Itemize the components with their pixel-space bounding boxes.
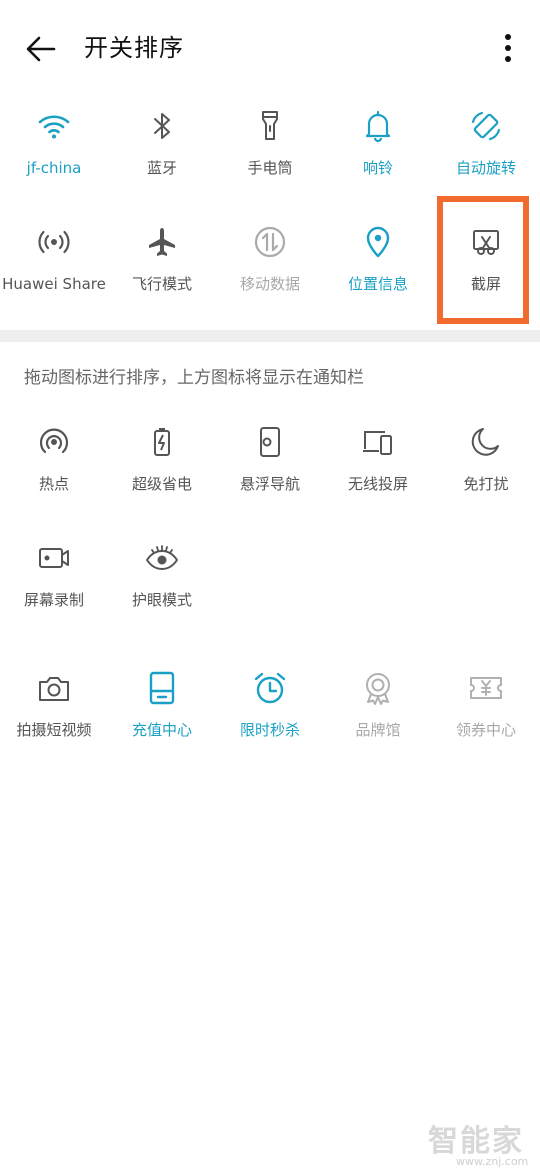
toggle-ringer[interactable]: 响铃: [324, 104, 432, 214]
flashlight-icon: [252, 108, 288, 144]
toggle-label: jf-china: [26, 159, 82, 177]
toggle-huawei-share[interactable]: Huawei Share: [0, 220, 108, 330]
toggle-screen-record[interactable]: 屏幕录制: [0, 536, 108, 646]
screenshot-highlight-frame: [437, 196, 529, 324]
toggle-label: 飞行模式: [131, 275, 192, 293]
sort-hint-text: 拖动图标进行排序，上方图标将显示在通知栏: [24, 368, 364, 388]
alarm-clock-icon: [252, 670, 288, 706]
camera-icon: [36, 670, 72, 706]
back-button[interactable]: [22, 30, 60, 68]
shortcut-coupon-center[interactable]: 领券中心: [432, 666, 540, 776]
toggle-flashlight[interactable]: 手电筒: [216, 104, 324, 214]
airplane-icon: [144, 224, 180, 260]
mobile-data-icon: [252, 224, 288, 260]
toggle-bluetooth[interactable]: 蓝牙: [108, 104, 216, 214]
shortcut-label: 品牌馆: [355, 721, 401, 739]
shortcut-flash-sale[interactable]: 限时秒杀: [216, 666, 324, 776]
back-arrow-icon: [26, 36, 56, 62]
share-icon: [36, 224, 72, 260]
cast-icon: [360, 424, 396, 460]
more-options-button[interactable]: [494, 30, 522, 66]
toggle-label: 热点: [38, 475, 69, 493]
shortcut-label: 领券中心: [455, 721, 516, 739]
toggle-label: 响铃: [362, 159, 393, 177]
toggle-super-power-saving[interactable]: 超级省电: [108, 420, 216, 530]
wifi-icon: [36, 108, 72, 144]
toggle-label: 位置信息: [347, 275, 408, 293]
watermark-url: www.znj.com: [456, 1155, 529, 1168]
battery-saver-icon: [144, 424, 180, 460]
toggle-location[interactable]: 位置信息: [324, 220, 432, 330]
toggle-wireless-cast[interactable]: 无线投屏: [324, 420, 432, 530]
floating-nav-icon: [252, 424, 288, 460]
app-bar: 开关排序: [0, 0, 540, 96]
toggle-hotspot[interactable]: 热点: [0, 420, 108, 530]
more-vertical-icon: [505, 34, 511, 62]
eye-icon: [144, 540, 180, 576]
shortcut-label: 拍摄短视频: [16, 721, 92, 739]
toggle-eye-comfort[interactable]: 护眼模式: [108, 536, 216, 646]
moon-icon: [468, 424, 504, 460]
page-title: 开关排序: [84, 34, 184, 62]
toggle-label: 蓝牙: [146, 159, 177, 177]
shortcuts-row: 拍摄短视频 充值中心 限时秒杀 品牌馆 领券中心: [0, 666, 540, 776]
toggle-label: 无线投屏: [347, 475, 408, 493]
watermark: 智能家 www.znj.com: [426, 1124, 536, 1168]
location-icon: [360, 224, 396, 260]
shortcut-label: 限时秒杀: [239, 721, 300, 739]
screen-record-icon: [36, 540, 72, 576]
toggle-label: 超级省电: [131, 475, 192, 493]
toggle-label: 悬浮导航: [239, 475, 300, 493]
toggle-label: Huawei Share: [2, 275, 106, 293]
shortcut-short-video[interactable]: 拍摄短视频: [0, 666, 108, 776]
toggle-label: 屏幕录制: [23, 591, 84, 609]
toggle-floating-nav[interactable]: 悬浮导航: [216, 420, 324, 530]
rotate-icon: [468, 108, 504, 144]
bluetooth-icon: [144, 108, 180, 144]
toggle-label: 手电筒: [247, 159, 293, 177]
bell-icon: [360, 108, 396, 144]
coupon-icon: [468, 670, 504, 706]
section-divider: [0, 330, 540, 342]
toggle-do-not-disturb[interactable]: 免打扰: [432, 420, 540, 530]
more-toggles-row-2: 屏幕录制 护眼模式: [0, 536, 540, 646]
shortcut-brand-hall[interactable]: 品牌馆: [324, 666, 432, 776]
recharge-icon: [144, 670, 180, 706]
more-toggles-row-1: 热点 超级省电 悬浮导航 无线投屏 免打扰: [0, 420, 540, 530]
toggle-label: 护眼模式: [131, 591, 192, 609]
shortcut-recharge-center[interactable]: 充值中心: [108, 666, 216, 776]
toggle-wifi[interactable]: jf-china: [0, 104, 108, 214]
toggle-airplane-mode[interactable]: 飞行模式: [108, 220, 216, 330]
brand-badge-icon: [360, 670, 396, 706]
toggle-label: 移动数据: [239, 275, 300, 293]
toggle-label: 免打扰: [463, 475, 509, 493]
toggle-label: 自动旋转: [455, 159, 516, 177]
toggle-mobile-data[interactable]: 移动数据: [216, 220, 324, 330]
watermark-logo: 智能家: [428, 1124, 524, 1159]
hotspot-icon: [36, 424, 72, 460]
shortcut-label: 充值中心: [131, 721, 192, 739]
